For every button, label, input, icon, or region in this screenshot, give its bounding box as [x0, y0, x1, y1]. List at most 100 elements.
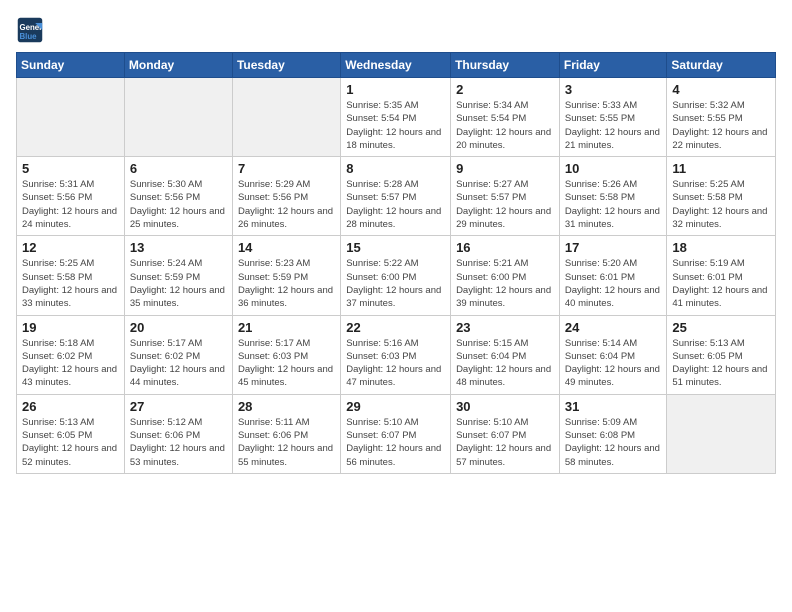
svg-text:Blue: Blue	[20, 32, 38, 41]
day-number: 11	[672, 161, 770, 176]
calendar-cell: 19Sunrise: 5:18 AMSunset: 6:02 PMDayligh…	[17, 315, 125, 394]
calendar-cell: 10Sunrise: 5:26 AMSunset: 5:58 PMDayligh…	[559, 157, 667, 236]
calendar-week-3: 12Sunrise: 5:25 AMSunset: 5:58 PMDayligh…	[17, 236, 776, 315]
calendar-cell: 13 Sunrise: 5:24 AMSunset: 5:59 PMDayligh…	[124, 236, 232, 315]
page-container: General Blue SundayMondayTuesdayWednesda…	[0, 0, 792, 482]
day-number: 18	[672, 240, 770, 255]
day-number: 3	[565, 82, 662, 97]
day-info: Sunrise: 5:10 AMSunset: 6:07 PMDaylight:…	[346, 416, 445, 469]
weekday-header-monday: Monday	[124, 53, 232, 78]
day-number: 17	[565, 240, 662, 255]
day-number: 26	[22, 399, 119, 414]
day-info: Sunrise: 5:35 AMSunset: 5:54 PMDaylight:…	[346, 99, 445, 152]
calendar-cell: 12Sunrise: 5:25 AMSunset: 5:58 PMDayligh…	[17, 236, 125, 315]
calendar-week-5: 26 Sunrise: 5:13 AMSunset: 6:05 PMDayligh…	[17, 394, 776, 473]
day-number: 23	[456, 320, 554, 335]
calendar-cell: 24 Sunrise: 5:14 AMSunset: 6:04 PMDayligh…	[559, 315, 667, 394]
calendar-cell: 31Sunrise: 5:09 AMSunset: 6:08 PMDayligh…	[559, 394, 667, 473]
day-number: 15	[346, 240, 445, 255]
calendar-cell: 18 Sunrise: 5:19 AMSunset: 6:01 PMDayligh…	[667, 236, 776, 315]
calendar-cell	[232, 78, 340, 157]
calendar-cell: 29Sunrise: 5:10 AMSunset: 6:07 PMDayligh…	[341, 394, 451, 473]
day-number: 12	[22, 240, 119, 255]
weekday-header-tuesday: Tuesday	[232, 53, 340, 78]
calendar-cell: 14Sunrise: 5:23 AMSunset: 5:59 PMDayligh…	[232, 236, 340, 315]
day-info: Sunrise: 5:24 AMSunset: 5:59 PMDaylight:…	[130, 257, 227, 310]
day-number: 22	[346, 320, 445, 335]
calendar-table: SundayMondayTuesdayWednesdayThursdayFrid…	[16, 52, 776, 474]
calendar-cell: 30 Sunrise: 5:10 AMSunset: 6:07 PMDayligh…	[451, 394, 560, 473]
calendar-cell: 2 Sunrise: 5:34 AMSunset: 5:54 PMDaylight…	[451, 78, 560, 157]
logo: General Blue	[16, 16, 48, 44]
day-info: Sunrise: 5:33 AMSunset: 5:55 PMDaylight:…	[565, 99, 662, 152]
day-number: 28	[238, 399, 335, 414]
calendar-cell: 20 Sunrise: 5:17 AMSunset: 6:02 PMDayligh…	[124, 315, 232, 394]
day-info: Sunrise: 5:29 AMSunset: 5:56 PMDaylight:…	[238, 178, 335, 231]
day-info: Sunrise: 5:18 AMSunset: 6:02 PMDaylight:…	[22, 337, 119, 390]
logo-icon: General Blue	[16, 16, 44, 44]
day-info: Sunrise: 5:25 AMSunset: 5:58 PMDaylight:…	[672, 178, 770, 231]
calendar-cell: 28 Sunrise: 5:11 AMSunset: 6:06 PMDayligh…	[232, 394, 340, 473]
day-number: 6	[130, 161, 227, 176]
calendar-cell	[667, 394, 776, 473]
header-row: General Blue	[16, 16, 776, 44]
weekday-header-wednesday: Wednesday	[341, 53, 451, 78]
day-info: Sunrise: 5:12 AMSunset: 6:06 PMDaylight:…	[130, 416, 227, 469]
day-number: 27	[130, 399, 227, 414]
day-number: 13	[130, 240, 227, 255]
calendar-cell: 6 Sunrise: 5:30 AMSunset: 5:56 PMDaylight…	[124, 157, 232, 236]
day-number: 7	[238, 161, 335, 176]
day-number: 25	[672, 320, 770, 335]
day-info: Sunrise: 5:28 AMSunset: 5:57 PMDaylight:…	[346, 178, 445, 231]
day-number: 1	[346, 82, 445, 97]
calendar-cell: 7 Sunrise: 5:29 AMSunset: 5:56 PMDaylight…	[232, 157, 340, 236]
day-number: 9	[456, 161, 554, 176]
day-number: 16	[456, 240, 554, 255]
calendar-cell: 1 Sunrise: 5:35 AMSunset: 5:54 PMDaylight…	[341, 78, 451, 157]
day-info: Sunrise: 5:14 AMSunset: 6:04 PMDaylight:…	[565, 337, 662, 390]
day-number: 24	[565, 320, 662, 335]
calendar-cell: 25 Sunrise: 5:13 AMSunset: 6:05 PMDayligh…	[667, 315, 776, 394]
day-info: Sunrise: 5:17 AMSunset: 6:03 PMDaylight:…	[238, 337, 335, 390]
day-info: Sunrise: 5:32 AMSunset: 5:55 PMDaylight:…	[672, 99, 770, 152]
day-info: Sunrise: 5:13 AMSunset: 6:05 PMDaylight:…	[22, 416, 119, 469]
calendar-cell: 22 Sunrise: 5:16 AMSunset: 6:03 PMDayligh…	[341, 315, 451, 394]
calendar-cell: 3 Sunrise: 5:33 AMSunset: 5:55 PMDaylight…	[559, 78, 667, 157]
day-number: 30	[456, 399, 554, 414]
calendar-cell: 15 Sunrise: 5:22 AMSunset: 6:00 PMDayligh…	[341, 236, 451, 315]
day-info: Sunrise: 5:22 AMSunset: 6:00 PMDaylight:…	[346, 257, 445, 310]
day-info: Sunrise: 5:30 AMSunset: 5:56 PMDaylight:…	[130, 178, 227, 231]
weekday-header-saturday: Saturday	[667, 53, 776, 78]
day-number: 4	[672, 82, 770, 97]
day-info: Sunrise: 5:31 AMSunset: 5:56 PMDaylight:…	[22, 178, 119, 231]
calendar-cell	[17, 78, 125, 157]
day-number: 20	[130, 320, 227, 335]
calendar-cell: 9 Sunrise: 5:27 AMSunset: 5:57 PMDaylight…	[451, 157, 560, 236]
weekday-header-thursday: Thursday	[451, 53, 560, 78]
day-info: Sunrise: 5:09 AMSunset: 6:08 PMDaylight:…	[565, 416, 662, 469]
calendar-cell: 26 Sunrise: 5:13 AMSunset: 6:05 PMDayligh…	[17, 394, 125, 473]
calendar-cell: 21Sunrise: 5:17 AMSunset: 6:03 PMDayligh…	[232, 315, 340, 394]
calendar-cell: 5Sunrise: 5:31 AMSunset: 5:56 PMDaylight…	[17, 157, 125, 236]
calendar-week-4: 19Sunrise: 5:18 AMSunset: 6:02 PMDayligh…	[17, 315, 776, 394]
day-info: Sunrise: 5:27 AMSunset: 5:57 PMDaylight:…	[456, 178, 554, 231]
calendar-cell: 16Sunrise: 5:21 AMSunset: 6:00 PMDayligh…	[451, 236, 560, 315]
calendar-cell: 23 Sunrise: 5:15 AMSunset: 6:04 PMDayligh…	[451, 315, 560, 394]
day-info: Sunrise: 5:34 AMSunset: 5:54 PMDaylight:…	[456, 99, 554, 152]
day-info: Sunrise: 5:17 AMSunset: 6:02 PMDaylight:…	[130, 337, 227, 390]
calendar-week-2: 5Sunrise: 5:31 AMSunset: 5:56 PMDaylight…	[17, 157, 776, 236]
day-info: Sunrise: 5:15 AMSunset: 6:04 PMDaylight:…	[456, 337, 554, 390]
day-info: Sunrise: 5:16 AMSunset: 6:03 PMDaylight:…	[346, 337, 445, 390]
day-info: Sunrise: 5:13 AMSunset: 6:05 PMDaylight:…	[672, 337, 770, 390]
weekday-header-row: SundayMondayTuesdayWednesdayThursdayFrid…	[17, 53, 776, 78]
calendar-week-1: 1 Sunrise: 5:35 AMSunset: 5:54 PMDaylight…	[17, 78, 776, 157]
weekday-header-friday: Friday	[559, 53, 667, 78]
calendar-cell: 11 Sunrise: 5:25 AMSunset: 5:58 PMDayligh…	[667, 157, 776, 236]
day-info: Sunrise: 5:10 AMSunset: 6:07 PMDaylight:…	[456, 416, 554, 469]
calendar-cell: 27 Sunrise: 5:12 AMSunset: 6:06 PMDayligh…	[124, 394, 232, 473]
day-number: 8	[346, 161, 445, 176]
day-info: Sunrise: 5:19 AMSunset: 6:01 PMDaylight:…	[672, 257, 770, 310]
calendar-cell	[124, 78, 232, 157]
day-info: Sunrise: 5:11 AMSunset: 6:06 PMDaylight:…	[238, 416, 335, 469]
day-number: 2	[456, 82, 554, 97]
